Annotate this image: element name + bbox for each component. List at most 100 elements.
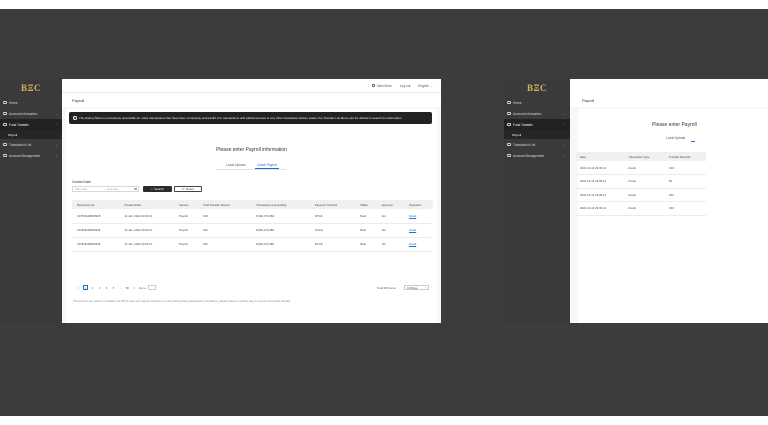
goto-page-input[interactable] (147, 285, 156, 290)
sidebar-item-transaction-list[interactable]: Transaction List ⌄ (504, 139, 570, 150)
table-cell: 14 Jan, 2022 23:00:14 (119, 237, 175, 252)
transfer-icon (507, 122, 511, 127)
table-row: 137839138915918 14 Jan, 2022 23:00:14 Pa… (72, 209, 433, 224)
main-window: BΞC Home Account Information ⌄ Fund Tran… (0, 79, 441, 323)
tab-local-upload[interactable]: Local Upload (666, 136, 685, 142)
start-date-field[interactable]: Start date (75, 187, 102, 191)
table-cell: Payroll (174, 223, 199, 238)
table-cell: Ani (376, 237, 405, 252)
table-cell: RTGS (309, 237, 356, 252)
account-icon (507, 111, 511, 116)
chevron-down-icon: ⌄ (563, 153, 566, 158)
column-header: Reference No. (72, 200, 120, 209)
table-cell: 8,904,374,984 (251, 237, 310, 252)
sidebar-subitem-payroll[interactable]: Payroll (504, 130, 570, 139)
page-size-select[interactable]: 10/Page ⌄ (404, 285, 429, 290)
settings-icon (507, 153, 511, 158)
table-cell: 8,904,374,984 (251, 209, 310, 224)
sidebar: BΞC Home Account Information ⌄ Fund Tran… (504, 79, 570, 323)
tab-local-upload[interactable]: Local Upload (224, 161, 247, 169)
column-header: Transaction Type (624, 152, 665, 161)
page-button[interactable]: 3 (97, 285, 102, 290)
table-cell: 100 (664, 161, 706, 175)
table-cell: Budi (355, 209, 377, 224)
sidebar-item-home[interactable]: Home (0, 97, 62, 108)
info-notice: i The History Menu is exclusively access… (69, 112, 432, 124)
table-cell: 200 (664, 188, 706, 202)
reset-button[interactable]: ↻ Reset (174, 186, 202, 192)
table-cell: Credit (624, 174, 665, 189)
table-cell: Credit (624, 201, 665, 216)
tab-bar: Local Upload (666, 136, 696, 142)
sidebar-item-account-management[interactable]: Account Management ⌄ (504, 150, 570, 161)
table-cell: Credit (624, 188, 665, 202)
sidebar-item-fund-transfer[interactable]: Fund Transfer ⌃ (0, 119, 62, 130)
table-row: 137839138915918 14 Jan, 2022 23:00:14 Pa… (72, 237, 433, 252)
language-label: English (418, 83, 429, 88)
chevron-down-icon: ⌄ (430, 83, 433, 88)
sidebar-item-fund-transfer[interactable]: Fund Transfer ⌃ (504, 119, 570, 130)
table-cell: 137839138915918 (72, 237, 120, 252)
table-cell: 50 (664, 174, 706, 189)
tab-divider (216, 169, 286, 170)
column-header: Total Transfer Record (198, 200, 252, 209)
sidebar-item-label: Transaction List (513, 142, 536, 147)
home-icon (3, 100, 7, 105)
page-button[interactable]: 4 (104, 285, 109, 290)
topbar (570, 79, 768, 93)
notice-text: The History Menu is exclusively accessib… (79, 116, 403, 120)
bell-icon (372, 84, 376, 87)
page-button[interactable]: 2 (90, 285, 95, 290)
search-button[interactable]: ⌕ Search (143, 186, 172, 192)
logout-link[interactable]: Log out (400, 84, 411, 88)
column-header: Operation (404, 200, 433, 209)
page-button[interactable]: 1 (83, 285, 88, 290)
page-title: Please enter Payroll information (216, 147, 287, 153)
sidebar-item-transaction-list[interactable]: Transaction List ⌄ (0, 139, 62, 150)
table-cell: Ani (376, 209, 405, 224)
detail-link[interactable]: Detail (409, 214, 416, 218)
sidebar-item-label: Fund Transfer (513, 122, 533, 127)
detail-link[interactable]: Detail (409, 242, 416, 246)
page-size-value: 10/Page (407, 285, 418, 290)
column-header: Transaction Amount(Rp) (251, 200, 310, 209)
breadcrumb: Payroll (62, 93, 441, 107)
page-button[interactable]: 5 (111, 285, 116, 290)
sidebar-item-account-information[interactable]: Account Information ⌄ (0, 108, 62, 119)
table-cell: Online (309, 223, 356, 238)
tab-quick-payroll[interactable]: Quick Payroll (255, 161, 279, 169)
payroll-table: Reference No. Created Date Service Total… (72, 200, 433, 252)
chevron-down-icon: ⌄ (563, 142, 566, 147)
next-page-button[interactable]: > (132, 285, 137, 290)
sidebar-item-home[interactable]: Home (504, 97, 570, 108)
sidebar-item-label: Fund Transfer (9, 122, 29, 127)
content-card: i The History Menu is exclusively access… (66, 109, 437, 323)
page-ellipsis: ... (119, 285, 122, 290)
sidebar-item-label: Account Management (9, 153, 41, 158)
prev-page-button[interactable]: < (76, 285, 81, 290)
screen-bottom-band (0, 416, 768, 425)
sidebar-subitem-payroll[interactable]: Payroll (0, 130, 62, 139)
detail-link[interactable]: Detail (409, 228, 416, 232)
search-button-label: Search (154, 187, 164, 191)
language-select[interactable]: English ⌄ (418, 84, 433, 88)
table-row: 2022-10-14 23:00:14 Credit 300 (576, 201, 706, 216)
page-button[interactable]: 50 (125, 285, 130, 290)
table-cell: Detail (404, 237, 433, 252)
screen-top-band (0, 0, 768, 9)
secondary-window: BΞC Home Account Information ⌄ Fund Tran… (504, 79, 768, 323)
sidebar-item-account-management[interactable]: Account Management ⌄ (0, 150, 62, 161)
sidebar-item-account-information[interactable]: Account Information ⌄ (504, 108, 570, 119)
date-range-picker[interactable]: Start date ~ End date (72, 186, 139, 192)
tab-active-indicator[interactable] (691, 136, 696, 142)
table-cell: Detail (404, 209, 433, 224)
end-date-field[interactable]: End date (107, 187, 134, 191)
table-cell: Ani (376, 223, 405, 238)
app-logo[interactable]: BΞC (0, 79, 62, 97)
chevron-up-icon: ⌃ (55, 122, 58, 127)
chevron-down-icon: ⌄ (55, 142, 58, 147)
view-more-link[interactable]: View More (372, 84, 392, 88)
app-logo[interactable]: BΞC (504, 79, 570, 97)
table-cell: 100 (198, 223, 252, 238)
table-cell: 2022-10-14 23:00:14 (576, 201, 625, 216)
